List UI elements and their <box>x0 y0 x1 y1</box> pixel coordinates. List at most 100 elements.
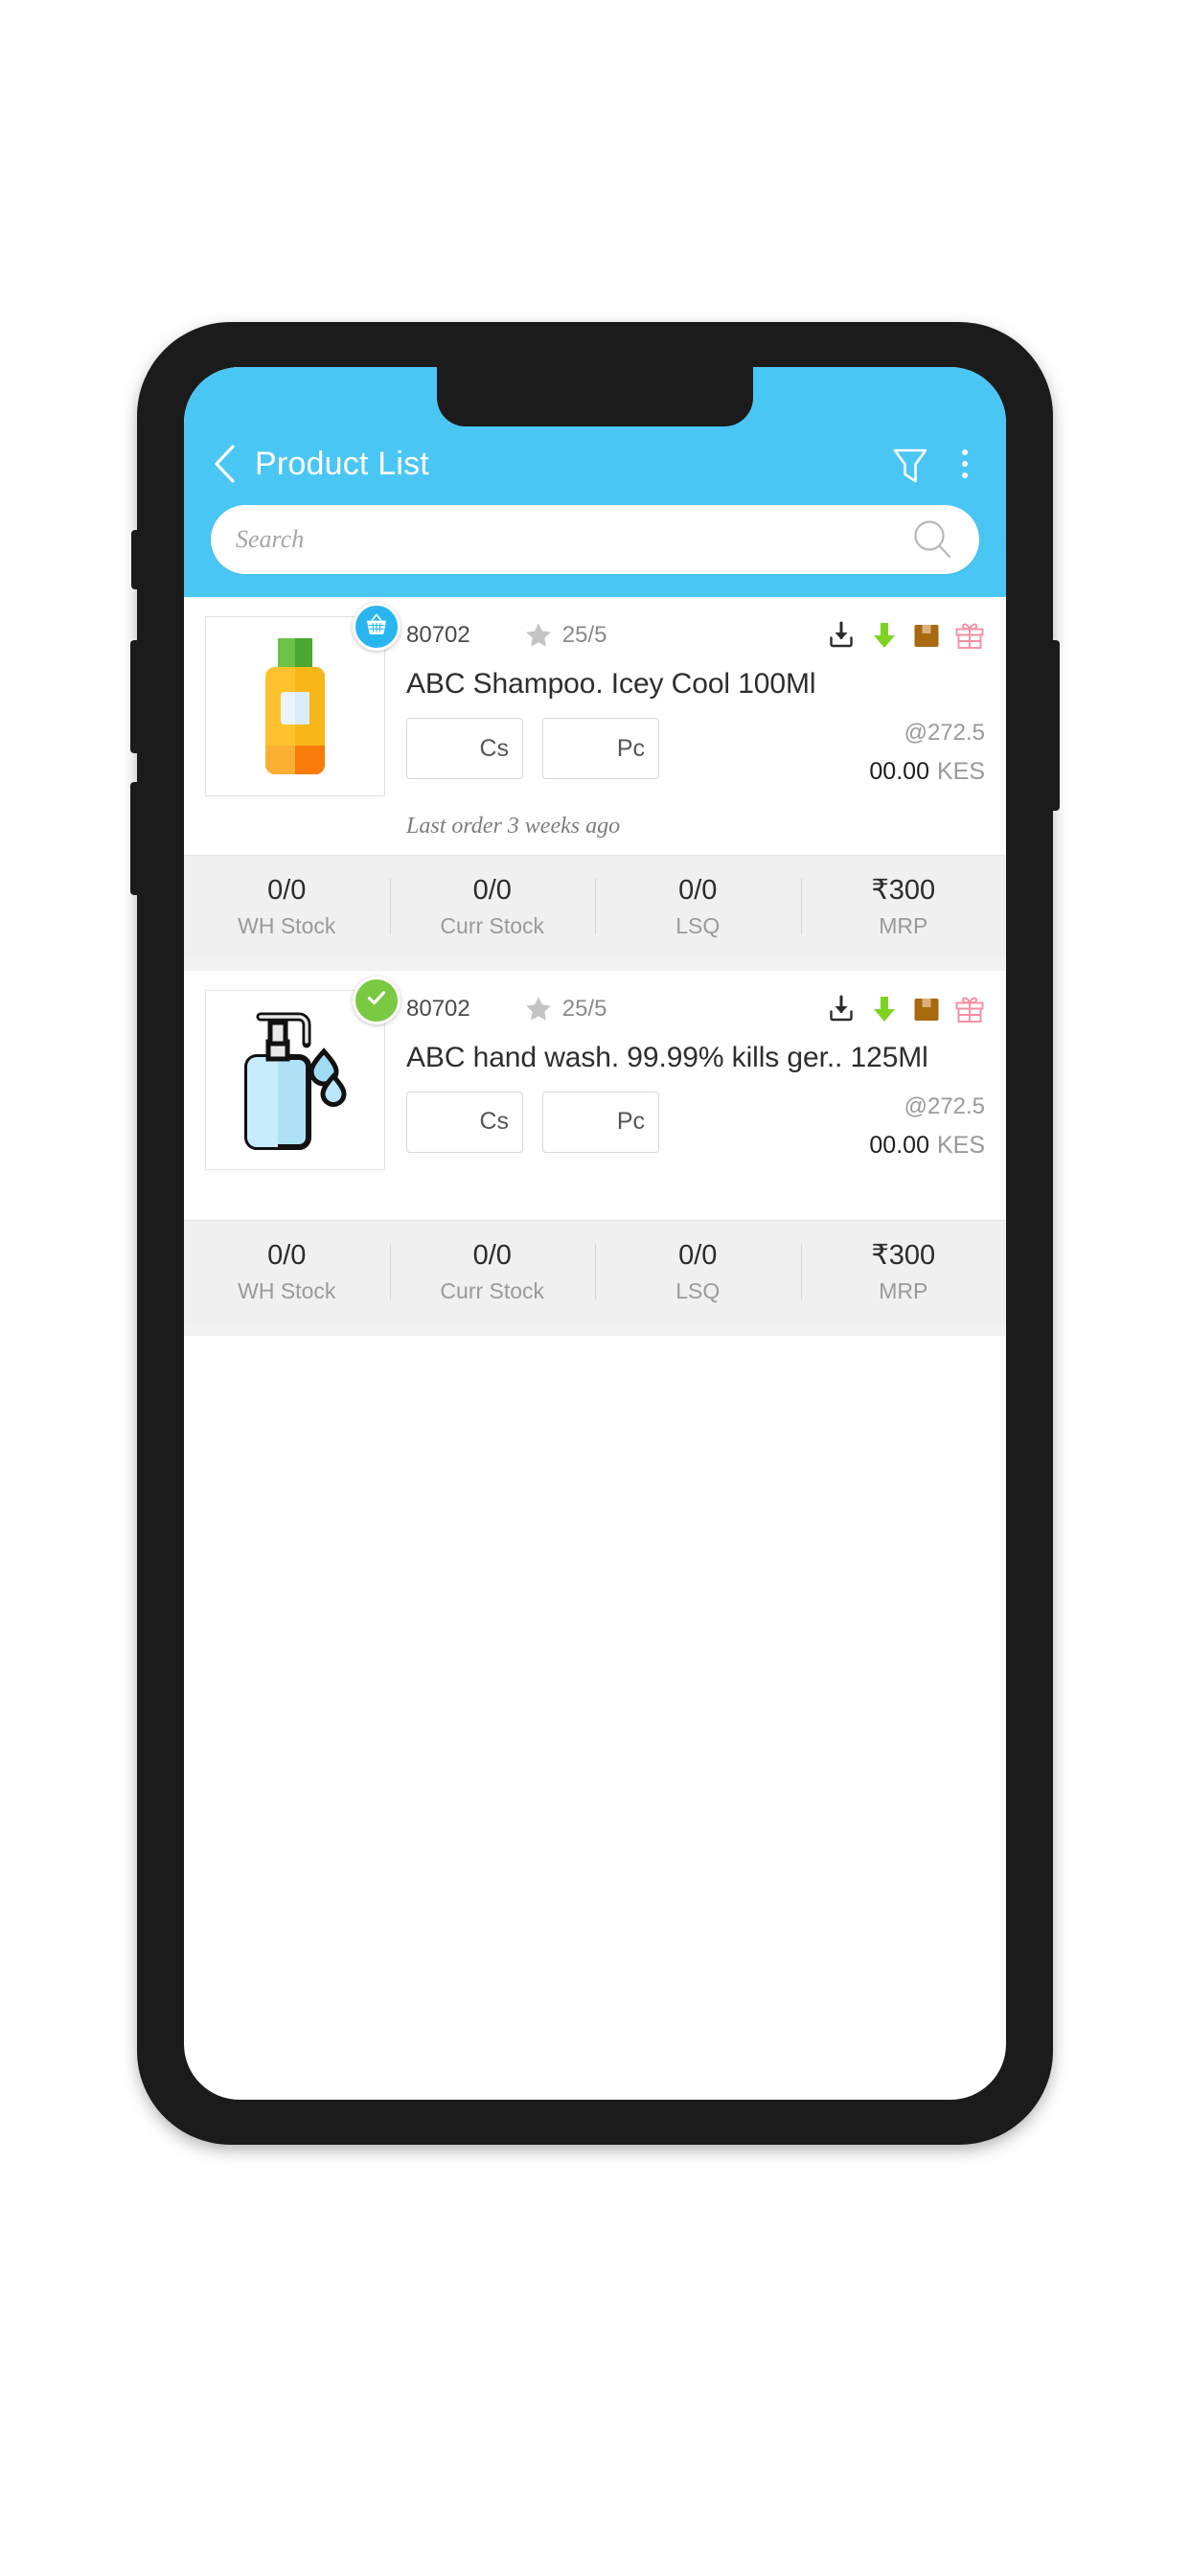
download-icon[interactable] <box>826 994 857 1024</box>
stat-value: 0/0 <box>472 1239 512 1271</box>
search-input[interactable]: Search <box>236 525 910 554</box>
status-badge <box>353 976 400 1024</box>
overflow-menu-icon-dot-3 <box>962 472 968 478</box>
check-icon <box>363 984 390 1016</box>
basket-icon <box>363 611 390 643</box>
quantity-input-cs[interactable]: Cs <box>406 1091 523 1153</box>
search-box[interactable]: Search <box>211 505 979 574</box>
product-last-order: Last order 3 weeks ago <box>406 814 621 839</box>
stat-label: WH Stock <box>238 913 336 939</box>
product-stats-row: 0/0 WH Stock 0/0 Curr Stock 0/0 LSQ ₹300… <box>184 855 1006 957</box>
product-thumbnail-wrap <box>205 976 400 1170</box>
product-last-order <box>184 1174 1006 1220</box>
header-bar: Product List <box>184 426 1006 501</box>
product-card[interactable]: 80702 25/5 <box>184 597 1006 957</box>
box-icon[interactable] <box>912 994 941 1024</box>
page-title: Product List <box>255 445 429 482</box>
product-thumbnail-wrap <box>205 603 400 796</box>
mute-switch-button[interactable] <box>131 530 141 589</box>
product-amount: 00.00 <box>869 757 929 785</box>
product-price-block: @272.5 00.00 KES <box>869 1092 985 1160</box>
product-info: 80702 25/5 <box>385 616 985 796</box>
stat-label: LSQ <box>675 1278 721 1304</box>
stat-curr-stock: 0/0 Curr Stock <box>389 873 596 940</box>
stat-label: MRP <box>879 913 928 939</box>
stat-lsq: 0/0 LSQ <box>595 1238 801 1305</box>
product-thumbnail[interactable] <box>205 616 385 796</box>
box-icon[interactable] <box>912 620 941 651</box>
star-icon <box>524 995 553 1024</box>
product-sku: 80702 <box>406 995 470 1022</box>
product-title: ABC Shampoo. Icey Cool 100Ml <box>406 668 816 700</box>
handwash-bottle-icon <box>228 1007 362 1153</box>
product-rating[interactable]: 25/5 <box>524 621 607 650</box>
product-quantity-row: Cs Pc @272.5 00.00 KES <box>406 718 985 786</box>
stat-value: 0/0 <box>267 1239 307 1271</box>
filter-funnel-icon <box>885 439 935 489</box>
stat-value: 0/0 <box>678 875 718 906</box>
product-meta-row: 80702 25/5 <box>406 616 985 655</box>
product-currency: KES <box>936 757 985 785</box>
product-rating-text: 25/5 <box>561 995 607 1022</box>
overflow-menu-icon-dot-1 <box>962 449 968 455</box>
product-quantity-row: Cs Pc @272.5 00.00 KES <box>406 1091 985 1160</box>
screenshot-canvas: Product List Search 80702 25/5 ABC Shamp… <box>0 0 1190 2576</box>
product-amount: 00.00 <box>869 1131 929 1159</box>
stat-wh-stock: 0/0 WH Stock <box>184 873 390 940</box>
product-rate: @272.5 <box>904 720 985 747</box>
product-action-icons <box>826 994 985 1024</box>
quantity-input-cs[interactable]: Cs <box>406 718 523 780</box>
chevron-left-icon <box>212 444 237 484</box>
gift-icon[interactable] <box>954 994 985 1024</box>
stat-value: 0/0 <box>267 875 307 906</box>
volume-down-button[interactable] <box>130 782 141 895</box>
search-area: Search <box>184 501 1006 597</box>
down-arrow-icon[interactable] <box>870 994 899 1024</box>
product-card-body: 80702 25/5 <box>184 971 1006 1174</box>
download-icon[interactable] <box>826 620 857 651</box>
quantity-input-pc[interactable]: Pc <box>542 1091 659 1153</box>
stat-label: Curr Stock <box>440 1278 545 1304</box>
volume-up-button[interactable] <box>130 640 141 753</box>
list-empty-area <box>184 1335 1006 1949</box>
display-notch <box>437 367 753 426</box>
product-card-body: 80702 25/5 <box>184 597 1006 800</box>
phone-screen: Product List Search 80702 25/5 ABC Shamp… <box>184 367 1006 2100</box>
search-icon[interactable] <box>910 518 954 562</box>
stat-label: WH Stock <box>238 1278 336 1304</box>
product-stats-row: 0/0 WH Stock 0/0 Curr Stock 0/0 LSQ ₹300… <box>184 1219 1007 1322</box>
stat-value: 0/0 <box>472 875 512 906</box>
gift-icon[interactable] <box>954 620 985 651</box>
product-rate: @272.5 <box>904 1092 985 1119</box>
product-currency: KES <box>936 1131 985 1159</box>
status-badge <box>353 603 400 651</box>
filter-button[interactable] <box>885 439 949 489</box>
stat-curr-stock: 0/0 Curr Stock <box>389 1238 596 1305</box>
product-amount-line: 00.00 KES <box>869 1131 985 1160</box>
product-info: 80702 25/5 <box>385 990 985 1170</box>
stat-label: Curr Stock <box>440 913 545 939</box>
product-rating-text: 25/5 <box>561 622 607 648</box>
stat-value: ₹300 <box>871 875 936 906</box>
product-action-icons <box>826 620 985 651</box>
shampoo-bottle-icon <box>239 634 352 778</box>
power-button[interactable] <box>1049 640 1060 811</box>
product-price-block: @272.5 00.00 KES <box>869 718 985 786</box>
quantity-input-pc[interactable]: Pc <box>542 718 659 780</box>
overflow-menu-button[interactable] <box>949 440 981 488</box>
product-title: ABC hand wash. 99.99% kills ger.. 125Ml <box>406 1041 928 1073</box>
product-list: 80702 25/5 ABC Shampoo. Icey Cool 100Ml … <box>184 597 1006 1949</box>
stat-mrp: ₹300 MRP <box>800 873 1007 940</box>
stat-lsq: 0/0 LSQ <box>595 873 801 940</box>
stat-value: ₹300 <box>871 1239 936 1271</box>
product-card[interactable]: 80702 25/5 <box>184 970 1007 1322</box>
back-button[interactable] <box>205 443 243 485</box>
stat-label: MRP <box>879 1278 928 1304</box>
stat-value: 0/0 <box>678 1239 718 1271</box>
product-amount-line: 00.00 KES <box>869 757 985 786</box>
stat-mrp: ₹300 MRP <box>800 1238 1007 1305</box>
down-arrow-icon[interactable] <box>870 620 899 651</box>
product-rating[interactable]: 25/5 <box>524 995 607 1024</box>
star-icon <box>524 621 553 650</box>
stat-wh-stock: 0/0 WH Stock <box>184 1238 390 1305</box>
